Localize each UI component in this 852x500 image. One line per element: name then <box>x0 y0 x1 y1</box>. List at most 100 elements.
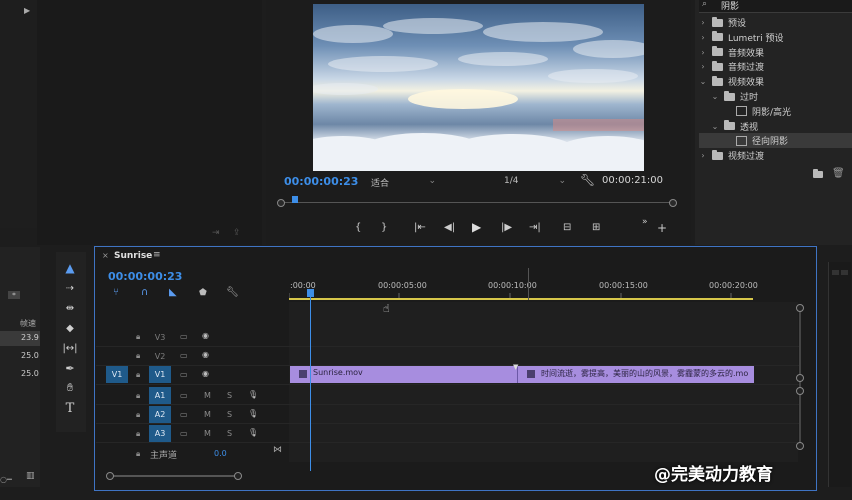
selection-tool-icon[interactable]: ▲ <box>60 260 80 276</box>
lift-icon[interactable]: ⊟ <box>563 222 571 233</box>
track-label-a2[interactable]: A2 <box>149 406 171 423</box>
add-marker-icon[interactable]: ⬟ <box>199 288 207 298</box>
hand-tool-icon[interactable]: ✋︎ <box>60 380 80 396</box>
effects-bin-item[interactable]: › Lumetri 预设 <box>699 30 783 45</box>
step-forward-icon[interactable]: |▶ <box>501 222 512 233</box>
slip-tool-icon[interactable]: |↔| <box>60 340 80 356</box>
effects-bin-item[interactable]: ⌄ 视频效果 <box>699 74 764 89</box>
step-back-icon[interactable]: ◀| <box>444 222 455 233</box>
add-button-icon[interactable]: + <box>657 221 667 235</box>
solo-button[interactable]: S <box>227 391 232 400</box>
scroll-handle-bottom[interactable] <box>796 442 804 450</box>
sync-lock-icon[interactable]: ▭ <box>180 332 188 341</box>
track-label-v3[interactable]: V3 <box>149 329 171 346</box>
solo-button[interactable]: S <box>227 410 232 419</box>
storyboard-icon[interactable]: ▥ <box>26 471 35 481</box>
delete-icon[interactable]: 🗑︎ <box>832 168 845 179</box>
zoom-slider-icon[interactable]: ○━ <box>0 475 12 484</box>
eye-icon[interactable]: ◉ <box>202 369 209 378</box>
playhead-marker[interactable] <box>292 196 298 203</box>
sync-lock-icon[interactable]: ▭ <box>180 410 188 419</box>
effects-bin-item[interactable]: › 音频过渡 <box>699 59 764 74</box>
track-label-a3[interactable]: A3 <box>149 425 171 442</box>
transition-marker-icon[interactable]: ▼ <box>513 363 518 371</box>
snap-icon[interactable]: ∩ <box>141 287 148 298</box>
horizontal-scrollbar[interactable] <box>106 472 246 480</box>
lock-icon[interactable]: 🔒︎ <box>136 351 140 361</box>
sync-lock-icon[interactable]: ▭ <box>180 429 188 438</box>
zoom-fit-select[interactable]: 适合 ⌄ <box>371 176 436 189</box>
ripple-edit-tool-icon[interactable]: ⇹ <box>60 300 80 316</box>
hamburger-menu-icon[interactable]: ≡ <box>153 250 161 260</box>
timeline-settings-wrench-icon[interactable]: 🔧︎ <box>226 287 239 298</box>
linked-selection-icon[interactable]: ◣ <box>169 287 177 298</box>
chevron-right-icon[interactable]: › <box>699 151 707 160</box>
play-button-icon[interactable]: ▶ <box>472 220 481 234</box>
solo-button[interactable]: S <box>227 429 232 438</box>
chevron-right-icon[interactable]: › <box>699 48 707 57</box>
chevron-right-icon[interactable]: › <box>699 62 707 71</box>
work-area-bar[interactable] <box>289 298 753 300</box>
eye-icon[interactable]: ◉ <box>202 331 209 340</box>
microphone-icon[interactable]: 🎙︎ <box>248 428 258 437</box>
chevron-down-icon[interactable]: ⌄ <box>699 77 707 86</box>
export-frame-icon[interactable]: ⇥ <box>212 228 220 238</box>
video-clip[interactable]: 时间流逝，雾提高，美丽的山的风景，雾霾蒙的多云的.mo <box>518 366 754 383</box>
scrubber-end-handle[interactable] <box>669 199 677 207</box>
eye-icon[interactable]: ◉ <box>202 350 209 359</box>
effects-bin-item[interactable]: › 视频过渡 <box>699 148 764 163</box>
chevron-down-icon[interactable]: ⌄ <box>711 92 719 101</box>
wrench-icon[interactable]: 🔧︎ <box>580 173 595 187</box>
close-icon[interactable]: × <box>102 251 109 260</box>
go-to-end-icon[interactable]: ⋈ <box>273 445 282 455</box>
track-label-v1[interactable]: V1 <box>149 366 171 383</box>
sync-lock-icon[interactable]: ▭ <box>180 351 188 360</box>
source-patch-v1[interactable]: V1 <box>106 366 128 383</box>
chevron-right-icon[interactable]: › <box>699 33 707 42</box>
timeline-timecode[interactable]: 00:00:00:23 <box>108 270 182 283</box>
list-view-icon[interactable]: ⌗ <box>8 291 20 299</box>
mark-in-icon[interactable]: { <box>355 222 361 233</box>
more-controls-icon[interactable]: » <box>642 217 648 227</box>
sync-lock-icon[interactable]: ▭ <box>180 391 188 400</box>
pen-tool-icon[interactable]: ✒︎ <box>60 360 80 376</box>
chevron-down-icon[interactable]: ⌄ <box>711 122 719 131</box>
lock-icon[interactable]: 🔒︎ <box>136 391 140 401</box>
mark-out-icon[interactable]: } <box>381 222 387 233</box>
lock-icon[interactable]: 🔒︎ <box>136 429 140 439</box>
lock-icon[interactable]: 🔒︎ <box>136 332 140 342</box>
new-bin-icon[interactable] <box>813 169 823 178</box>
effects-bin-item[interactable]: › 预设 <box>699 15 746 30</box>
go-to-out-icon[interactable]: ⇥| <box>529 222 541 233</box>
sequence-tab[interactable]: Sunrise <box>114 251 152 261</box>
microphone-icon[interactable]: 🎙︎ <box>248 409 258 418</box>
scroll-handle-mid[interactable] <box>796 374 804 382</box>
effect-item[interactable]: 径向阴影 <box>699 133 852 149</box>
mute-button[interactable]: M <box>204 429 211 438</box>
mute-button[interactable]: M <box>204 391 211 400</box>
hscroll-handle-left[interactable] <box>106 472 114 480</box>
lock-icon[interactable]: 🔒︎ <box>136 370 140 380</box>
microphone-icon[interactable]: 🎙︎ <box>248 390 258 399</box>
vertical-scrollbar[interactable] <box>796 302 804 452</box>
video-clip[interactable]: Sunrise.mov <box>290 366 518 383</box>
effect-item[interactable]: 阴影/高光 <box>699 104 791 119</box>
type-tool-icon[interactable]: T <box>60 400 80 416</box>
mute-button[interactable]: M <box>204 410 211 419</box>
scroll-handle-top[interactable] <box>796 304 804 312</box>
project-column-header[interactable]: 帧速 <box>20 318 36 329</box>
program-scrubber[interactable] <box>277 196 677 208</box>
search-field[interactable]: ⌕ 阴影 <box>699 0 852 13</box>
track-select-tool-icon[interactable]: ⇢ <box>60 280 80 296</box>
effects-bin-item[interactable]: › 音频效果 <box>699 45 764 60</box>
effects-bin-item[interactable]: ⌄ 过时 <box>699 89 758 104</box>
razor-tool-icon[interactable]: ◆ <box>60 320 80 336</box>
sync-lock-icon[interactable]: ▭ <box>180 370 188 379</box>
nest-icon[interactable]: ⑂ <box>113 287 119 298</box>
play-icon[interactable]: ▶ <box>24 6 30 15</box>
hscroll-handle-right[interactable] <box>234 472 242 480</box>
scroll-handle-mid2[interactable] <box>796 387 804 395</box>
effects-bin-item[interactable]: ⌄ 透视 <box>699 119 758 134</box>
track-label-a1[interactable]: A1 <box>149 387 171 404</box>
timeline-playhead[interactable] <box>307 289 314 297</box>
